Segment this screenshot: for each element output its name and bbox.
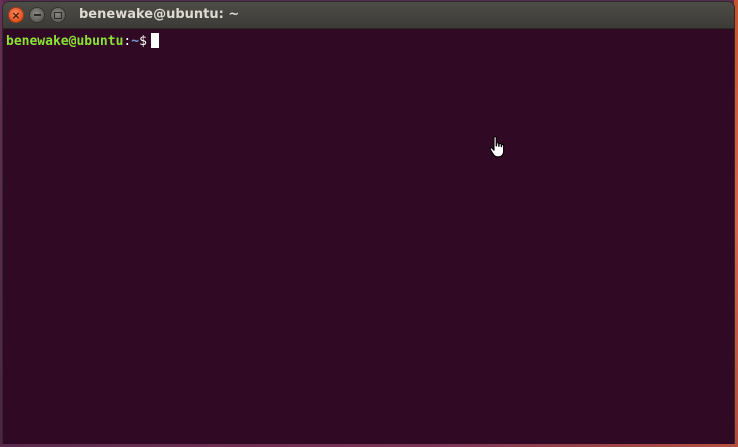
desktop-background-right — [734, 0, 738, 447]
close-button[interactable]: × — [8, 7, 24, 23]
close-icon: × — [11, 8, 21, 22]
prompt-path: ~ — [131, 34, 140, 49]
terminal-area[interactable]: benewake@ubuntu:~$ — [3, 29, 734, 445]
window-titlebar[interactable]: × benewake@ubuntu: ~ — [3, 2, 734, 29]
prompt-line: benewake@ubuntu:~$ — [6, 33, 159, 50]
prompt-user-host: benewake@ubuntu — [6, 34, 124, 49]
maximize-icon — [54, 11, 62, 19]
hand-pointer-icon — [489, 135, 505, 158]
terminal-window[interactable]: × benewake@ubuntu: ~ benewake@ubuntu:~$ — [3, 2, 734, 445]
window-title: benewake@ubuntu: ~ — [79, 7, 240, 22]
minimize-button[interactable] — [29, 7, 45, 23]
prompt-symbol: $ — [139, 34, 147, 49]
minimize-icon — [33, 14, 41, 16]
text-cursor — [150, 33, 159, 48]
maximize-button[interactable] — [50, 7, 66, 23]
